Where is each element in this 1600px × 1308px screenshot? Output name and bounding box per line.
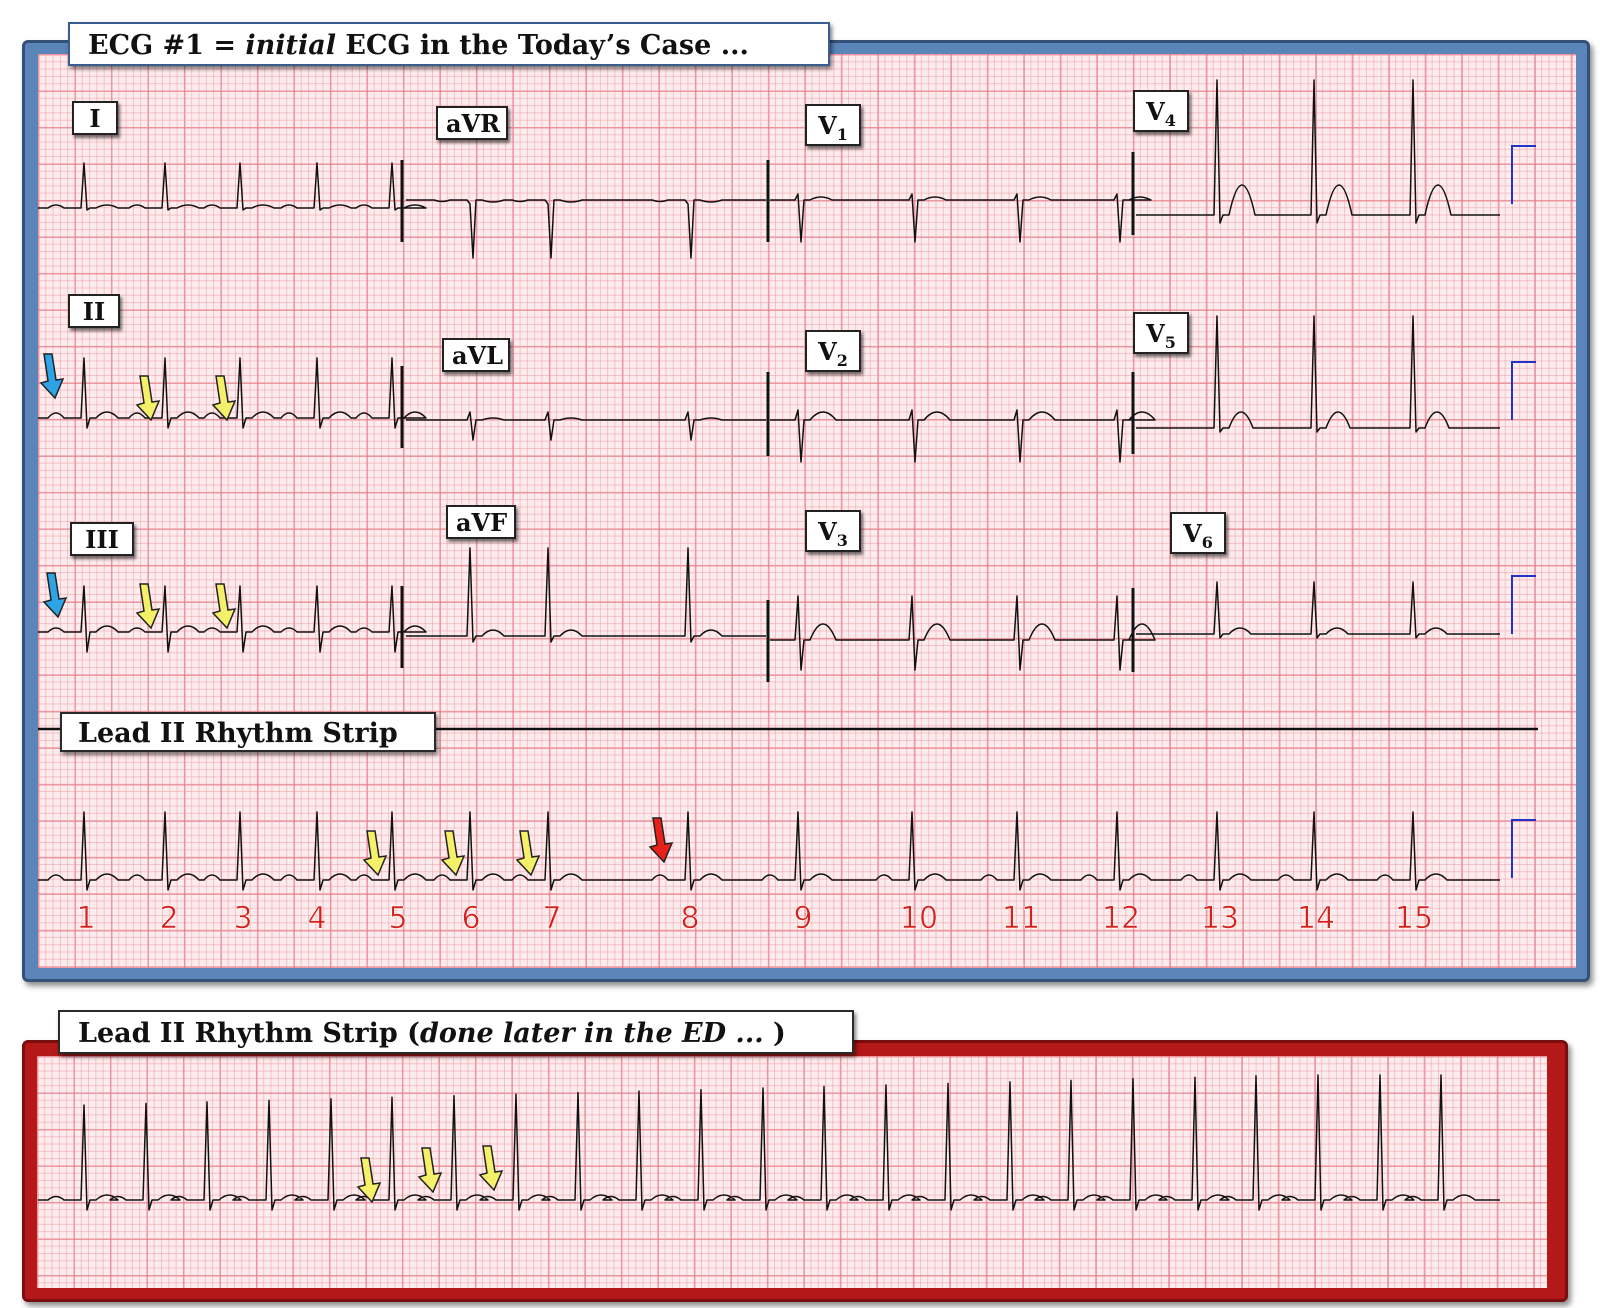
lead-label-II: II [68, 294, 120, 328]
lead-label-V6: V6 [1170, 512, 1226, 554]
lead-label-V3: V3 [805, 510, 861, 552]
lead-label-V4: V4 [1133, 90, 1189, 132]
lead-label-V5: V5 [1133, 312, 1189, 354]
lead-label-V2: V2 [805, 330, 861, 372]
lead-label-V1: V1 [805, 104, 861, 146]
lead-label-aVL: aVL [442, 338, 510, 372]
ecg1-title: ECG #1 = initial ECG in the Today’s Case… [68, 22, 830, 66]
lead-label-aVR: aVR [436, 106, 508, 140]
rhythm-strip-label: Lead II Rhythm Strip [60, 712, 436, 752]
lead-label-III: III [70, 522, 134, 556]
lead-label-aVF: aVF [446, 505, 516, 539]
ecg2-title: Lead II Rhythm Strip (done later in the … [58, 1010, 854, 1054]
ecg2-grid-paper [37, 1056, 1547, 1288]
lead-label-I: I [72, 101, 118, 135]
